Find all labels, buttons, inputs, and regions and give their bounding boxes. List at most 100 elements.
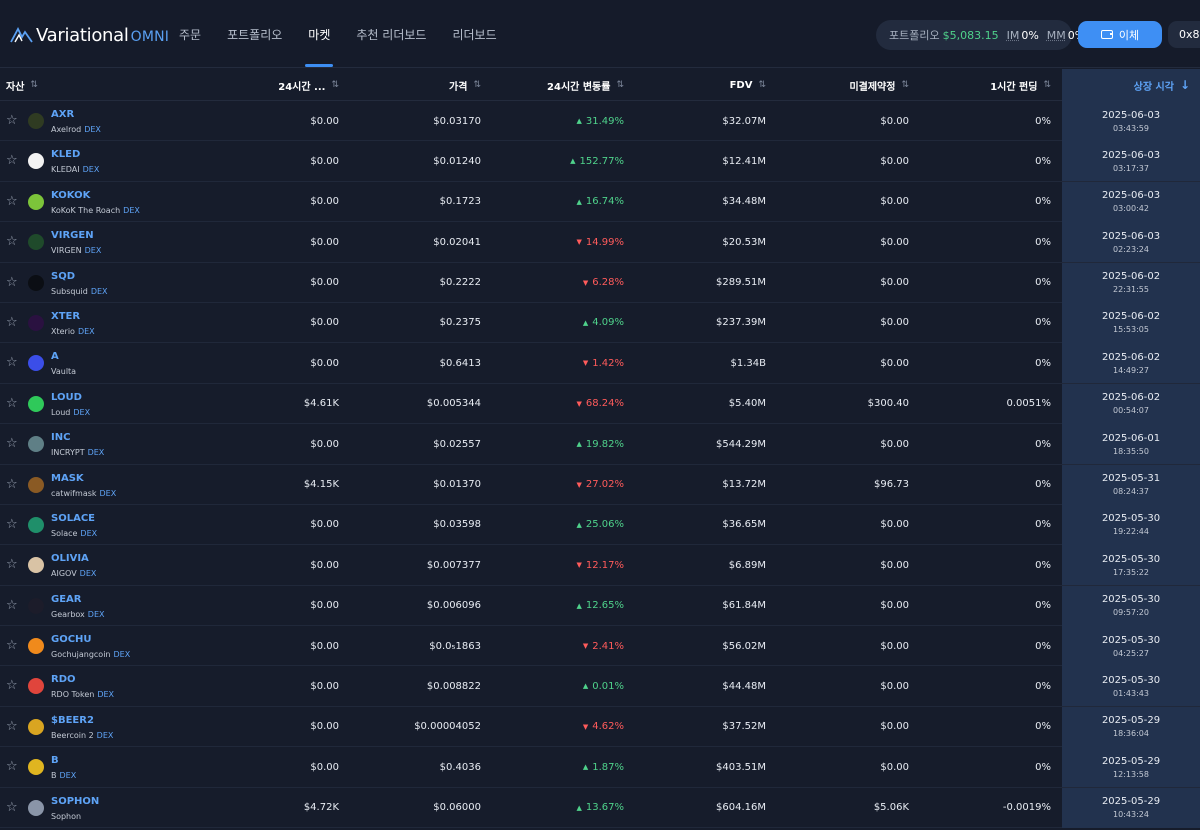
table-row[interactable]: ☆ SOPHON Sophon $4.72K $0.06000 ▲ 13.67% $604.1… [0,787,1200,829]
up-triangle-icon: ▲ [576,520,582,529]
col-fdv[interactable]: FDV ⇅ [730,69,766,101]
asset-ticker[interactable]: A [51,351,59,362]
favorite-star-icon[interactable]: ☆ [6,801,19,814]
asset-ticker[interactable]: INC [51,432,70,443]
asset-ticker[interactable]: KLED [51,149,80,160]
launch-cell: 2025-05-30 19:22:44 [1062,504,1200,545]
col-asset[interactable]: 자산 ⇅ [6,69,38,101]
change-value: 27.02% [585,479,624,491]
asset-name: KoKoK The Roach DEX [51,206,140,215]
table-row[interactable]: ☆ KLED KLEDAI DEX $0.00 $0.01240 ▲ 152.77% $12.4… [0,141,1200,182]
asset-ticker[interactable]: B [51,755,59,766]
nav-item-4[interactable]: 리더보드 [439,0,509,68]
table-row[interactable]: ☆ B B DEX $0.00 $0.4036 ▲ 1.87% $403.51M $0.00 0% 2… [0,747,1200,788]
favorite-star-icon[interactable]: ☆ [6,114,19,127]
asset-ticker[interactable]: AXR [51,109,74,120]
table-row[interactable]: ☆ GOCHU Gochujangcoin DEX $0.00 $0.0₅1863 ▼ 2.4… [0,626,1200,667]
col-oi[interactable]: 미결제약정 ⇅ [849,69,909,101]
gear-avatar-icon [28,597,44,614]
portfolio-summary[interactable]: 포트폴리오 $5,083.15 IM 0% MM 0% [876,20,1085,50]
beer-avatar-icon [28,718,44,735]
table-row[interactable]: ☆ INC INCRYPT DEX $0.00 $0.02557 ▲ 19.82% $544.2… [0,424,1200,465]
favorite-star-icon[interactable]: ☆ [6,760,19,773]
favorite-star-icon[interactable]: ☆ [6,478,19,491]
table-row[interactable]: ☆ KOKOK KoKoK The Roach DEX $0.00 $0.1723 ▲ 16.… [0,181,1200,223]
dex-badge: DEX [73,407,91,417]
asset-name: Xterio DEX [51,327,95,336]
asset-ticker[interactable]: OLIVIA [51,553,89,564]
change-value: 14.99% [585,236,624,248]
asset-ticker[interactable]: SOLACE [51,513,95,524]
table-row[interactable]: ☆ GEAR Gearbox DEX $0.00 $0.006096 ▲ 12.65% $61.… [0,585,1200,627]
launch-cell: 2025-05-31 08:24:37 [1062,464,1200,505]
favorite-star-icon[interactable]: ☆ [6,437,19,450]
launch-time: 03:17:37 [1113,163,1149,173]
favorite-star-icon[interactable]: ☆ [6,235,19,248]
favorite-star-icon[interactable]: ☆ [6,639,19,652]
favorite-star-icon[interactable]: ☆ [6,679,19,692]
asset-ticker[interactable]: GOCHU [51,634,92,645]
asset-ticker[interactable]: SQD [51,271,75,282]
asset-ticker[interactable]: LOUD [51,392,82,403]
change-cell: ▲ 16.74% [576,182,624,222]
asset-ticker[interactable]: MASK [51,473,84,484]
favorite-star-icon[interactable]: ☆ [6,195,19,208]
nav-item-0[interactable]: 주문 [166,0,214,68]
fdv-cell: $34.48M [722,196,766,208]
asset-full-name: RDO Token [51,690,95,700]
transfer-button[interactable]: 이체 [1078,21,1162,48]
logo[interactable]: Variational OMNI [10,22,169,48]
table-row[interactable]: ☆ VIRGEN VIRGEN DEX $0.00 $0.02041 ▼ 14.99% $20.… [0,222,1200,263]
col-price-label: 가격 [449,81,468,93]
asset-name: Loud DEX [51,408,90,417]
table-row[interactable]: ☆ SOLACE Solace DEX $0.00 $0.03598 ▲ 25.06% $36.… [0,504,1200,546]
table-row[interactable]: ☆ XTER Xterio DEX $0.00 $0.2375 ▲ 4.09% $237.39M… [0,302,1200,344]
table-row[interactable]: ☆ A Vaulta $0.00 $0.6413 ▼ 1.42% $1.34B $0.00 0% 2… [0,343,1200,384]
wallet-icon [1100,30,1113,39]
asset-ticker[interactable]: RDO [51,674,76,685]
favorite-star-icon[interactable]: ☆ [6,397,19,410]
nav-item-1[interactable]: 포트폴리오 [214,0,295,68]
favorite-star-icon[interactable]: ☆ [6,154,19,167]
col-change[interactable]: 24시간 변동률 ⇅ [547,69,624,101]
open-interest-cell: $300.40 [867,398,909,410]
fdv-cell: $289.51M [716,277,766,289]
col-funding[interactable]: 1시간 펀딩 ⇅ [990,69,1051,101]
favorite-star-icon[interactable]: ☆ [6,316,19,329]
fdv-cell: $5.40M [728,398,766,410]
favorite-star-icon[interactable]: ☆ [6,356,19,369]
table-row[interactable]: ☆ RDO RDO Token DEX $0.00 $0.008822 ▲ 0.01% $44.… [0,666,1200,707]
table-row[interactable]: ☆ $BEER2 Beercoin 2 DEX $0.00 $0.00004052 ▼ 4.6… [0,706,1200,748]
table-row[interactable]: ☆ AXR Axelrod DEX $0.00 $0.03170 ▲ 31.49% $32.07… [0,101,1200,142]
vaulta-avatar-icon [28,355,44,372]
asset-ticker[interactable]: VIRGEN [51,230,94,241]
favorite-star-icon[interactable]: ☆ [6,276,19,289]
volume-cell: $0.00 [310,640,339,652]
nav-item-3[interactable]: 추천 리더보드 [343,0,439,68]
down-triangle-icon: ▼ [576,561,582,570]
favorite-star-icon[interactable]: ☆ [6,720,19,733]
price-cell: $0.007377 [426,559,481,571]
asset-ticker[interactable]: KOKOK [51,190,90,201]
favorite-star-icon[interactable]: ☆ [6,558,19,571]
col-volume[interactable]: 24시간 ... ⇅ [278,69,339,101]
wallet-address-button[interactable]: 0x84 [1168,21,1200,48]
col-launch[interactable]: 상장 시각 ↓ [1062,69,1200,101]
table-row[interactable]: ☆ SQD Subsquid DEX $0.00 $0.2222 ▼ 6.28% $289.51… [0,262,1200,303]
col-price[interactable]: 가격 ⇅ [449,69,481,101]
asset-full-name: INCRYPT [51,448,85,458]
asset-ticker[interactable]: GEAR [51,594,81,605]
table-row[interactable]: ☆ OLIVIA AIGOV DEX $0.00 $0.007377 ▼ 12.17% $6.8… [0,545,1200,586]
table-row[interactable]: ☆ MASK catwifmask DEX $4.15K $0.01370 ▼ 27.02% $… [0,464,1200,505]
asset-ticker[interactable]: $BEER2 [51,715,94,726]
favorite-star-icon[interactable]: ☆ [6,599,19,612]
sqd-avatar-icon [28,274,44,291]
nav-item-2[interactable]: 마켓 [295,0,343,68]
table-row[interactable]: ☆ LOUD Loud DEX $4.61K $0.005344 ▼ 68.24% $5.40M… [0,383,1200,425]
change-cell: ▲ 12.65% [576,586,624,626]
asset-ticker[interactable]: SOPHON [51,796,99,807]
portfolio-label: 포트폴리오 [889,29,940,42]
xter-avatar-icon [28,314,44,331]
favorite-star-icon[interactable]: ☆ [6,518,19,531]
asset-ticker[interactable]: XTER [51,311,80,322]
